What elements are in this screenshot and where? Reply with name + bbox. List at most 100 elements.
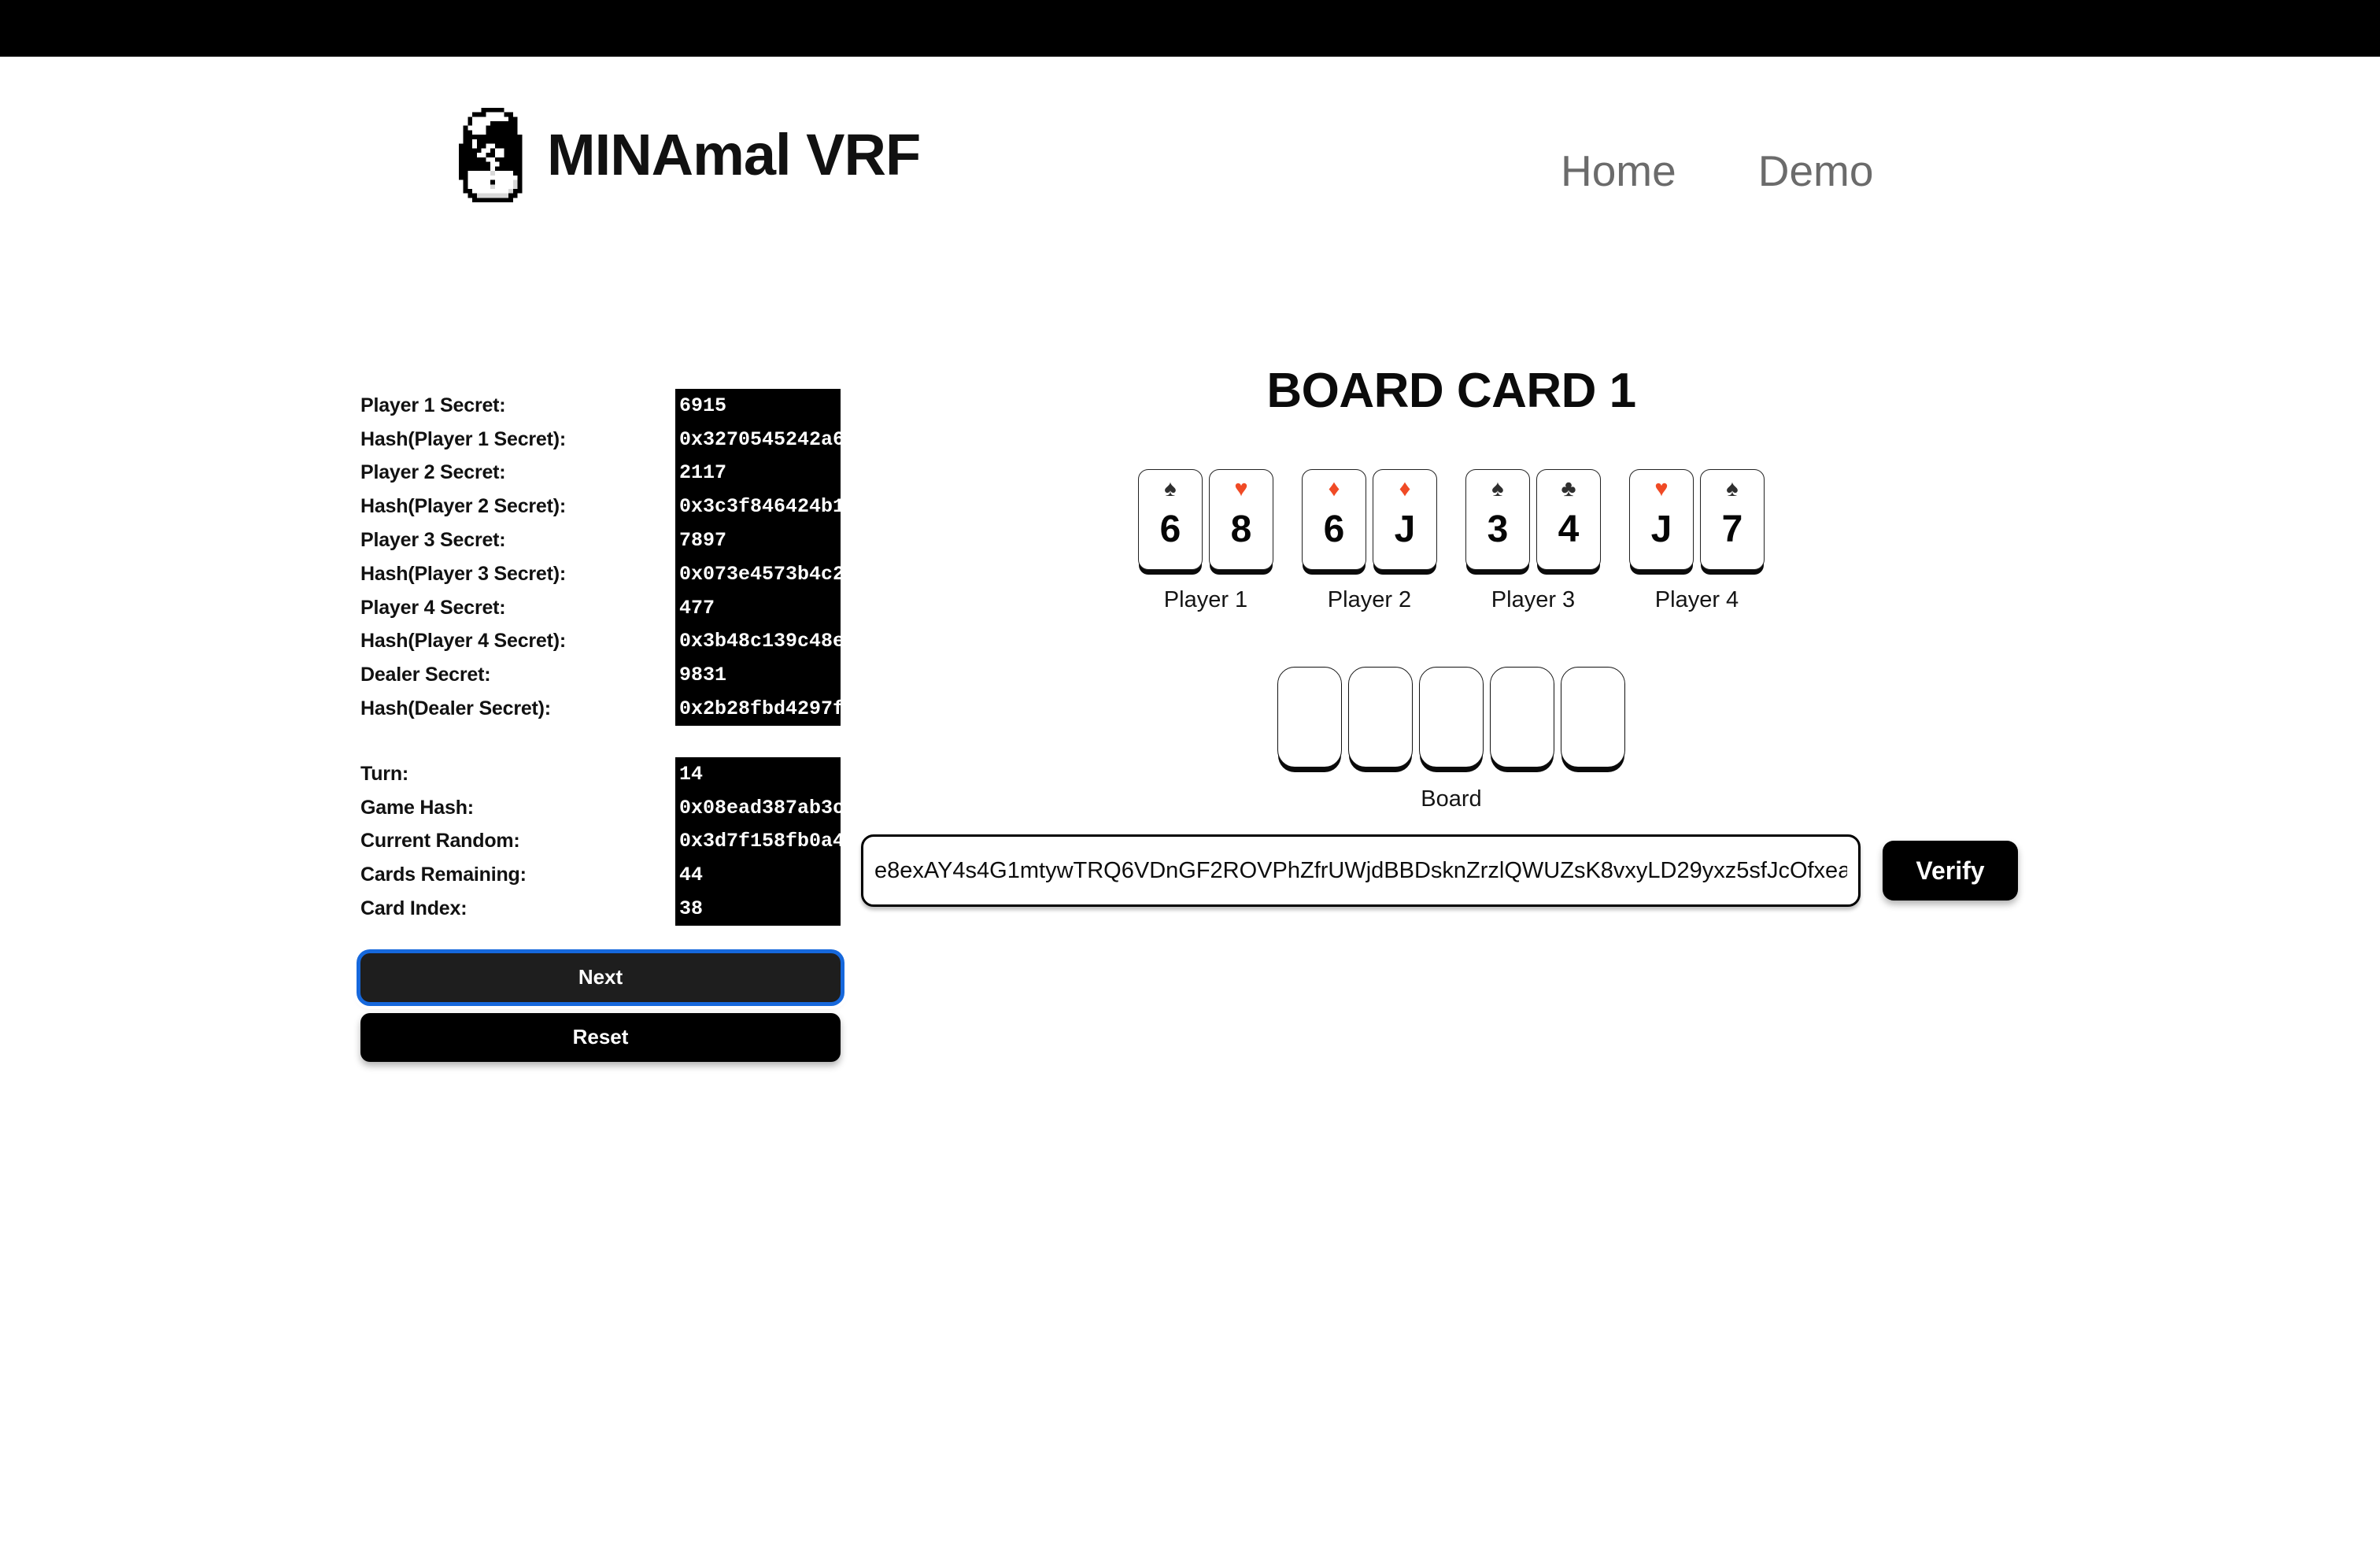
- secret-value-box: 0x073e4573b4c2: [675, 557, 841, 591]
- game-state-row: Current Random: 0x3d7f158fb0a4: [360, 824, 841, 859]
- playing-card[interactable]: ♠ 6: [1138, 469, 1203, 570]
- secret-value-box: 0x2b28fbd4297f: [675, 692, 841, 726]
- playing-card[interactable]: ♦ J: [1373, 469, 1437, 570]
- player-hand: ♠ 3 ♣ 4 Player 3: [1465, 469, 1601, 613]
- secret-label: Hash(Player 1 Secret):: [360, 427, 567, 450]
- board-card-slot[interactable]: [1561, 667, 1625, 767]
- secret-label: Hash(Player 4 Secret):: [360, 630, 567, 653]
- game-state-label: Cards Remaining:: [360, 864, 527, 886]
- board-card-slot[interactable]: [1490, 667, 1554, 767]
- player-hand: ♦ 6 ♦ J Player 2: [1302, 469, 1437, 613]
- diamond-suit-icon: ♦: [1399, 476, 1411, 501]
- heart-suit-icon: ♥: [1234, 476, 1248, 501]
- secret-label: Hash(Player 3 Secret):: [360, 562, 567, 585]
- game-state-row: Card Index: 38: [360, 892, 841, 926]
- card-rank: 3: [1487, 509, 1509, 550]
- secret-row: Player 4 Secret: 477: [360, 590, 841, 625]
- secret-row: Player 2 Secret: 2117: [360, 456, 841, 490]
- secret-label: Player 4 Secret:: [360, 596, 506, 619]
- game-state-value: 38: [679, 897, 704, 921]
- secret-value: 7897: [679, 529, 727, 553]
- player-label: Player 3: [1491, 587, 1576, 612]
- pixel-egg-question-mark-icon: [459, 107, 527, 203]
- playing-card[interactable]: ♥ 8: [1209, 469, 1273, 570]
- player-label: Player 2: [1327, 587, 1412, 612]
- diamond-suit-icon: ♦: [1328, 476, 1340, 501]
- card-rank: J: [1650, 509, 1672, 550]
- card-rank: 4: [1558, 509, 1580, 550]
- game-state-value-box: 0x3d7f158fb0a4: [675, 824, 841, 859]
- card-rank: 8: [1230, 509, 1252, 550]
- game-state-info-table: Turn: 14 Game Hash: 0x08ead387ab3c Current R…: [360, 756, 841, 926]
- board-card-slot[interactable]: [1277, 667, 1342, 767]
- secret-row: Hash(Player 2 Secret): 0x3c3f846424b1: [360, 490, 841, 524]
- game-state-label: Turn:: [360, 762, 409, 785]
- board-card-slot[interactable]: [1348, 667, 1413, 767]
- verify-button[interactable]: Verify: [1883, 841, 2018, 901]
- spade-suit-icon: ♠: [1164, 476, 1177, 501]
- secret-value-box: 0x3c3f846424b1: [675, 490, 841, 524]
- nav-link-demo[interactable]: Demo: [1758, 150, 1874, 193]
- secret-value-box: 477: [675, 590, 841, 625]
- brand-logo-group[interactable]: MINAmal VRF: [459, 107, 921, 203]
- secret-value-box: 0x3b48c139c48e: [675, 624, 841, 659]
- spade-suit-icon: ♠: [1726, 476, 1739, 501]
- reset-button[interactable]: Reset: [360, 1012, 841, 1062]
- secret-value-box: 2117: [675, 456, 841, 490]
- hand-cards: ♦ 6 ♦ J: [1302, 469, 1437, 570]
- secrets-info-table: Player 1 Secret: 6915 Hash(Player 1 Secret…: [360, 389, 841, 726]
- nav-link-home[interactable]: Home: [1561, 150, 1676, 193]
- site-header: [0, 57, 2380, 183]
- card-rank: 6: [1159, 509, 1181, 550]
- card-rank: J: [1394, 509, 1416, 550]
- playing-card[interactable]: ♥ J: [1629, 469, 1694, 570]
- hand-cards: ♥ J ♠ 7: [1629, 469, 1765, 570]
- secret-value: 6915: [679, 394, 727, 417]
- secret-value: 0x3270545242a6: [679, 427, 841, 451]
- secret-value: 0x2b28fbd4297f: [679, 697, 841, 721]
- playing-card[interactable]: ♠ 7: [1700, 469, 1765, 570]
- game-state-value-box: 38: [675, 892, 841, 926]
- secret-value-box: 6915: [675, 389, 841, 423]
- main-nav: Home Demo: [1561, 150, 1873, 193]
- proof-input[interactable]: [861, 834, 1861, 907]
- secret-value-box: 0x3270545242a6: [675, 422, 841, 457]
- secret-label: Player 2 Secret:: [360, 461, 506, 484]
- left-control-panel: Player 1 Secret: 6915 Hash(Player 1 Secret…: [360, 389, 841, 1062]
- player-hand: ♥ J ♠ 7 Player 4: [1629, 469, 1765, 613]
- board-cards-row: [861, 667, 2042, 767]
- player-label: Player 1: [1163, 587, 1248, 612]
- secret-row: Hash(Player 3 Secret): 0x073e4573b4c2: [360, 557, 841, 591]
- secret-value: 0x073e4573b4c2: [679, 562, 841, 586]
- top-black-bar: [0, 0, 2380, 57]
- game-state-value-box: 0x08ead387ab3c: [675, 790, 841, 825]
- game-state-row: Game Hash: 0x08ead387ab3c: [360, 790, 841, 825]
- playing-card[interactable]: ♣ 4: [1536, 469, 1601, 570]
- secret-label: Player 3 Secret:: [360, 529, 506, 552]
- next-button[interactable]: Next: [360, 952, 841, 1002]
- game-state-value: 14: [679, 762, 704, 786]
- secret-label: Dealer Secret:: [360, 664, 491, 686]
- secret-label: Hash(Dealer Secret):: [360, 697, 551, 720]
- app-root: MINAmal VRF Home Demo Player 1 Secret: 69…: [0, 0, 2380, 1546]
- action-button-stack: Next Reset: [360, 952, 841, 1062]
- heart-suit-icon: ♥: [1654, 476, 1669, 501]
- game-state-value: 0x08ead387ab3c: [679, 796, 841, 819]
- game-board-panel: BOARD CARD 1 ♠ 6 ♥ 8 Player 1 ♦ 6 ♦ J Player 2 ♠ 3 ♣…: [861, 367, 2042, 907]
- playing-card[interactable]: ♦ 6: [1302, 469, 1366, 570]
- secret-value: 0x3b48c139c48e: [679, 630, 841, 653]
- spade-suit-icon: ♠: [1491, 476, 1504, 501]
- board-label: Board: [1421, 786, 1482, 812]
- brand-title: MINAmal VRF: [547, 122, 921, 187]
- board-card-slot[interactable]: [1419, 667, 1484, 767]
- card-rank: 7: [1721, 509, 1743, 550]
- secret-label: Player 1 Secret:: [360, 394, 506, 416]
- table-spacer: [360, 726, 841, 757]
- game-state-row: Turn: 14: [360, 756, 841, 791]
- game-state-label: Card Index:: [360, 897, 468, 920]
- secret-row: Player 1 Secret: 6915: [360, 389, 841, 423]
- playing-card[interactable]: ♠ 3: [1465, 469, 1530, 570]
- secret-value-box: 7897: [675, 523, 841, 557]
- game-state-label: Game Hash:: [360, 796, 474, 819]
- secret-row: Hash(Player 1 Secret): 0x3270545242a6: [360, 422, 841, 457]
